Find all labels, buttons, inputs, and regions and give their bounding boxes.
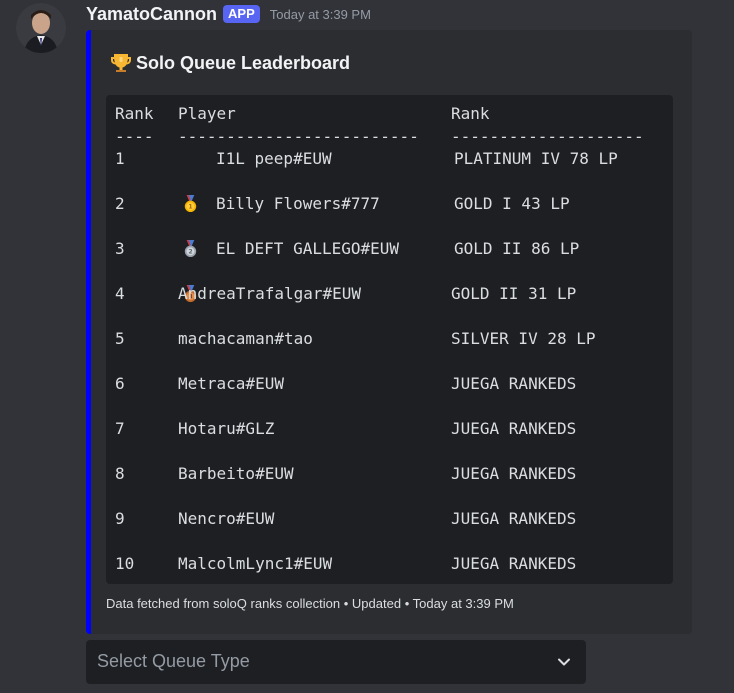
queue-type-select[interactable]: Select Queue Type — [86, 640, 586, 684]
row-rank: 9 — [115, 509, 125, 528]
row-tier: JUEGA RANKEDS — [451, 509, 577, 528]
silver-medal-icon: 2 — [181, 195, 200, 257]
embed-title-text: Solo Queue Leaderboard — [136, 52, 351, 73]
player-name: I1L peep#EUW — [216, 149, 332, 168]
table-row: 10 MalcolmLync1#EUW JUEGA RANKEDS — [106, 553, 576, 575]
footer-dot: • — [404, 596, 410, 611]
table-row: 2 2 Billy Flowers#777 GOLD I 43 LP — [106, 193, 570, 257]
message-header: YamatoCannon APP Today at 3:39 PM — [86, 3, 371, 25]
row-rank: 6 — [115, 374, 125, 393]
player-name: EL DEFT GALLEGO#EUW — [216, 239, 400, 258]
table-row: 4 AndreaTrafalgar#EUW GOLD II 31 LP — [106, 283, 576, 305]
table-row: 9 Nencro#EUW JUEGA RANKEDS — [106, 508, 576, 530]
row-rank: 3 — [115, 239, 125, 258]
row-rank: 4 — [115, 284, 125, 303]
footer-source: Data fetched from soloQ ranks collection — [106, 596, 341, 611]
row-player: AndreaTrafalgar#EUW — [178, 284, 362, 303]
footer-time: Today at 3:39 PM — [412, 596, 514, 611]
separator-tier: -------------------- — [451, 127, 644, 146]
table-row: 3 3 EL DEFT GALLEGO#EUW GOLD II 86 LP — [106, 238, 579, 302]
embed-title: Solo Queue Leaderboard — [109, 51, 350, 75]
player-name: Billy Flowers#777 — [216, 194, 380, 213]
row-tier: JUEGA RANKEDS — [451, 374, 577, 393]
footer-dot: • — [343, 596, 349, 611]
avatar[interactable] — [16, 3, 66, 53]
row-tier: GOLD II 31 LP — [451, 284, 577, 303]
row-player: Hotaru#GLZ — [178, 419, 275, 438]
table-row: 8 Barbeito#EUW JUEGA RANKEDS — [106, 463, 576, 485]
leaderboard-codeblock: Rank Player Rank ---- ------------------… — [106, 95, 673, 584]
row-tier: JUEGA RANKEDS — [451, 464, 577, 483]
row-rank: 5 — [115, 329, 125, 348]
row-player: 2 Billy Flowers#777 — [178, 193, 380, 257]
chevron-down-icon — [556, 654, 572, 670]
code-separator-row: ---- ------------------------- ---------… — [106, 126, 644, 148]
row-rank: 7 — [115, 419, 125, 438]
row-tier: GOLD II 86 LP — [454, 239, 580, 258]
embed-footer: Data fetched from soloQ ranks collection… — [106, 596, 514, 611]
header-tier: Rank — [451, 104, 490, 123]
row-rank: 1 — [115, 149, 125, 168]
table-row: 7 Hotaru#GLZ JUEGA RANKEDS — [106, 418, 576, 440]
bot-message: YamatoCannon APP Today at 3:39 PM Solo Q… — [0, 0, 734, 693]
row-tier: PLATINUM IV 78 LP — [454, 149, 618, 168]
row-rank: 2 — [115, 194, 125, 213]
separator-rank: ---- — [115, 127, 154, 146]
table-row: 6 Metraca#EUW JUEGA RANKEDS — [106, 373, 576, 395]
code-header-row: Rank Player Rank — [106, 103, 490, 125]
table-row: 5 machacaman#tao SILVER IV 28 LP — [106, 328, 596, 350]
row-player: 1 I1L peep#EUW — [178, 148, 332, 212]
separator-player: ------------------------- — [178, 127, 419, 146]
row-tier: JUEGA RANKEDS — [451, 419, 577, 438]
bronze-medal-icon: 3 — [181, 240, 200, 302]
row-player: Nencro#EUW — [178, 509, 275, 528]
row-rank: 10 — [115, 554, 135, 573]
header-rank: Rank — [115, 104, 154, 123]
select-placeholder: Select Queue Type — [97, 651, 250, 671]
app-badge: APP — [223, 5, 260, 23]
gold-medal-icon: 1 — [181, 150, 200, 212]
row-tier: JUEGA RANKEDS — [451, 554, 577, 573]
row-player: 3 EL DEFT GALLEGO#EUW — [178, 238, 400, 302]
message-timestamp[interactable]: Today at 3:39 PM — [270, 7, 371, 22]
username[interactable]: YamatoCannon — [86, 4, 217, 25]
row-tier: SILVER IV 28 LP — [451, 329, 596, 348]
footer-updated: Updated — [351, 596, 402, 611]
leaderboard-embed: Solo Queue Leaderboard Rank Player Rank … — [86, 30, 692, 634]
row-player: Metraca#EUW — [178, 374, 284, 393]
header-player: Player — [178, 104, 236, 123]
row-player: Barbeito#EUW — [178, 464, 294, 483]
table-row: 1 1 I1L peep#EUW PLATINUM IV 78 LP — [106, 148, 618, 212]
trophy-icon — [109, 51, 133, 75]
row-player: MalcolmLync1#EUW — [178, 554, 333, 573]
row-rank: 8 — [115, 464, 125, 483]
row-player: machacaman#tao — [178, 329, 313, 348]
row-tier: GOLD I 43 LP — [454, 194, 570, 213]
